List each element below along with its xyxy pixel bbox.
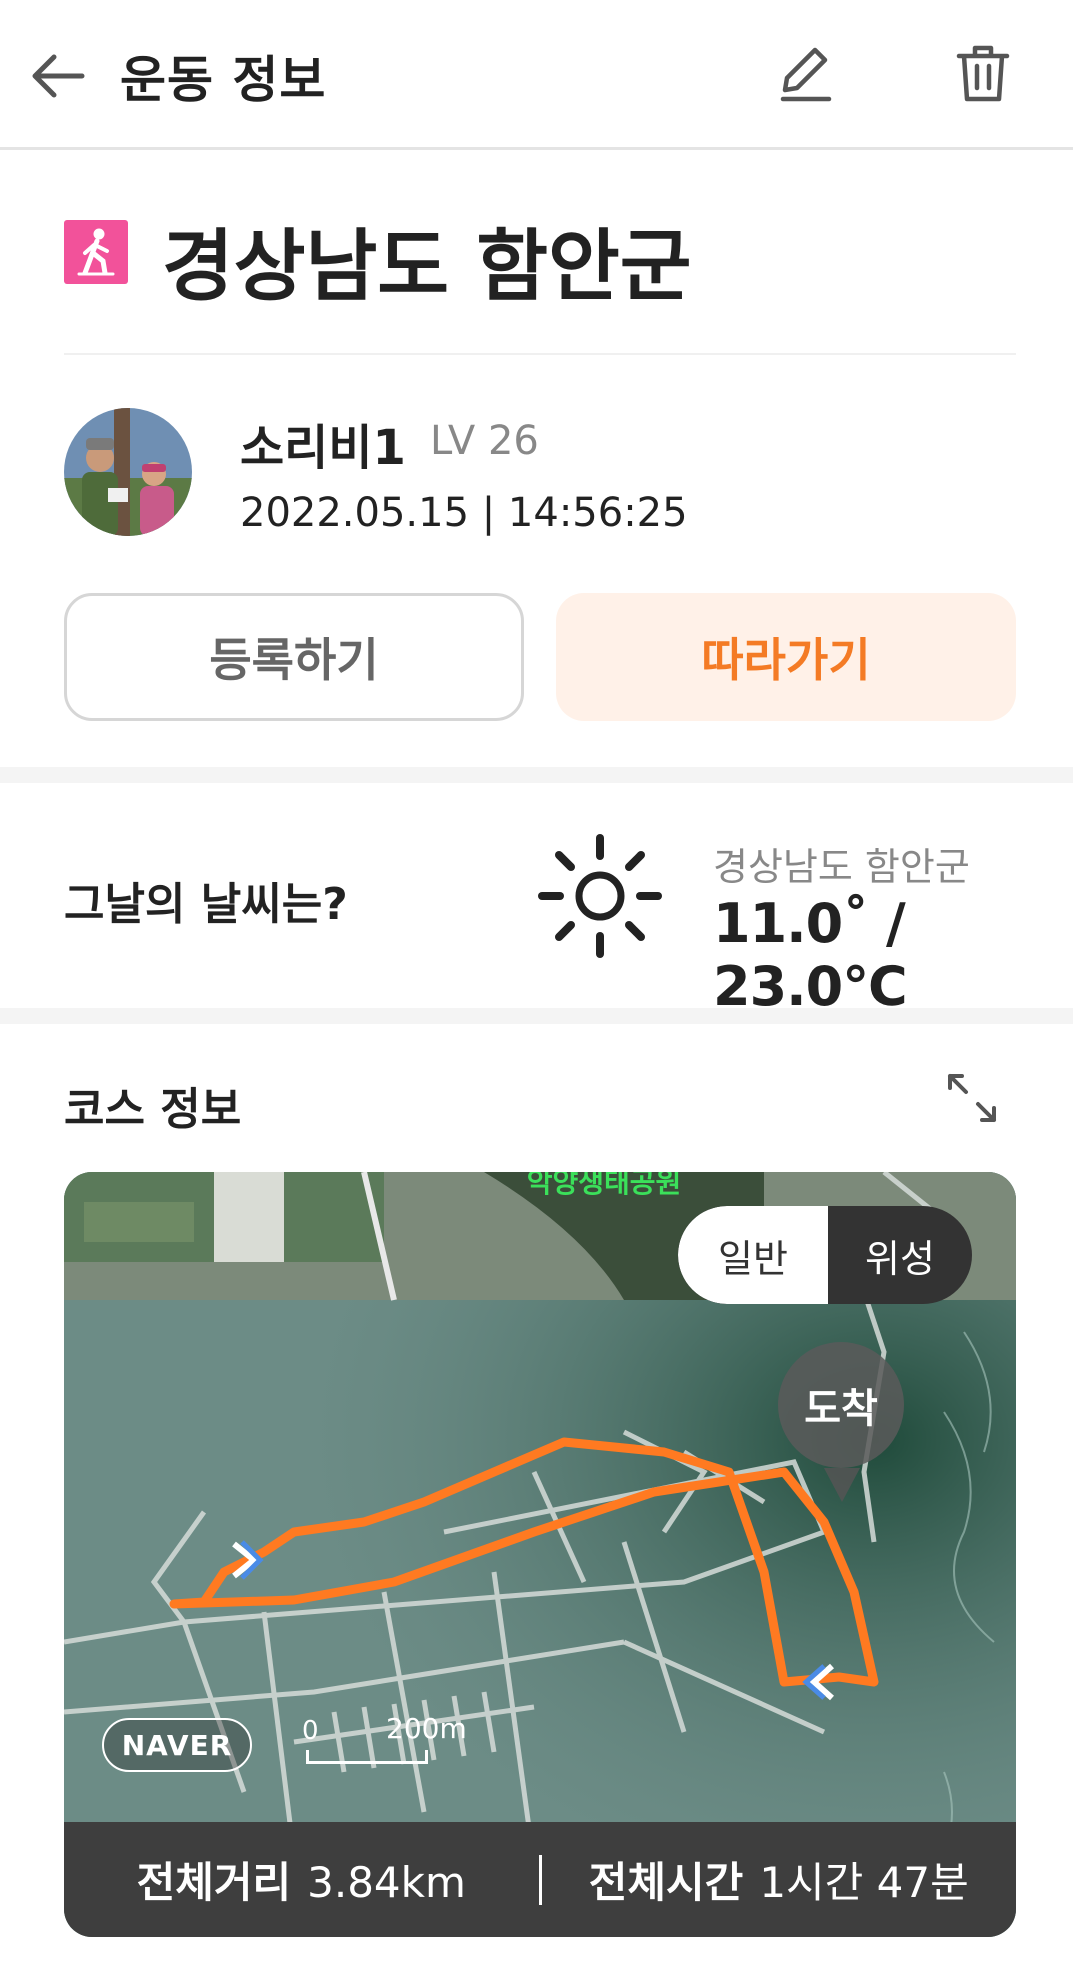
activity-datetime: 2022.05.15 | 14:56:25 [240,490,688,536]
map-provider-logo: NAVER [102,1718,252,1772]
map-scale-bar [306,1750,428,1764]
distance-label: 전체거리 [136,1858,292,1907]
register-button[interactable]: 등록하기 [64,593,524,721]
total-time: 전체시간 1시간 47분 [542,1849,1017,1910]
follow-button[interactable]: 따라가기 [556,593,1016,721]
user-name: 소리비1 [240,420,406,476]
weather-temperature: 11.0˚ / 23.0℃ [713,892,908,1018]
time-label: 전체시간 [588,1858,744,1907]
page-title: 운동 정보 [120,51,327,109]
avatar[interactable] [64,408,192,536]
map-type-satellite-option[interactable]: 위성 [828,1206,972,1304]
expand-icon [948,1074,996,1122]
arrival-marker: 도착 [778,1342,904,1468]
total-distance: 전체거리 3.84km [64,1849,539,1910]
user-level: LV 26 [430,418,539,464]
course-stats-bar: 전체거리 3.84km 전체시간 1시간 47분 [64,1822,1016,1937]
map-scale-label: 200m [386,1712,467,1745]
map-scale-zero: 0 [302,1716,319,1746]
sun-icon [538,834,662,958]
section-separator [0,767,1073,783]
app-header: 운동 정보 [0,0,1073,150]
divider [64,353,1016,355]
map-type-toggle[interactable]: 일반 위성 [678,1206,972,1304]
walking-icon [64,220,128,284]
arrow-left-icon [32,54,85,98]
trash-icon [956,45,1010,102]
delete-button[interactable] [948,38,1018,108]
map-type-normal-option[interactable]: 일반 [678,1206,828,1304]
back-button[interactable] [26,44,90,108]
expand-button[interactable] [940,1066,1004,1130]
map-place-label: 악양생태공원 [527,1172,682,1199]
course-map[interactable]: 악양생태공원 일반 위성 도착 NAVER 0 200m 전체거리 3.84km… [64,1172,1016,1937]
pencil-icon [780,47,832,102]
edit-button[interactable] [770,38,840,108]
distance-value: 3.84km [307,1858,466,1907]
section-separator [0,1008,1073,1024]
place-title: 경상남도 함안군 [162,222,692,312]
course-title: 코스 정보 [64,1084,242,1135]
weather-question: 그날의 날씨는? [64,879,348,930]
weather-location: 경상남도 함안군 [713,845,970,889]
time-value: 1시간 47분 [759,1858,969,1907]
